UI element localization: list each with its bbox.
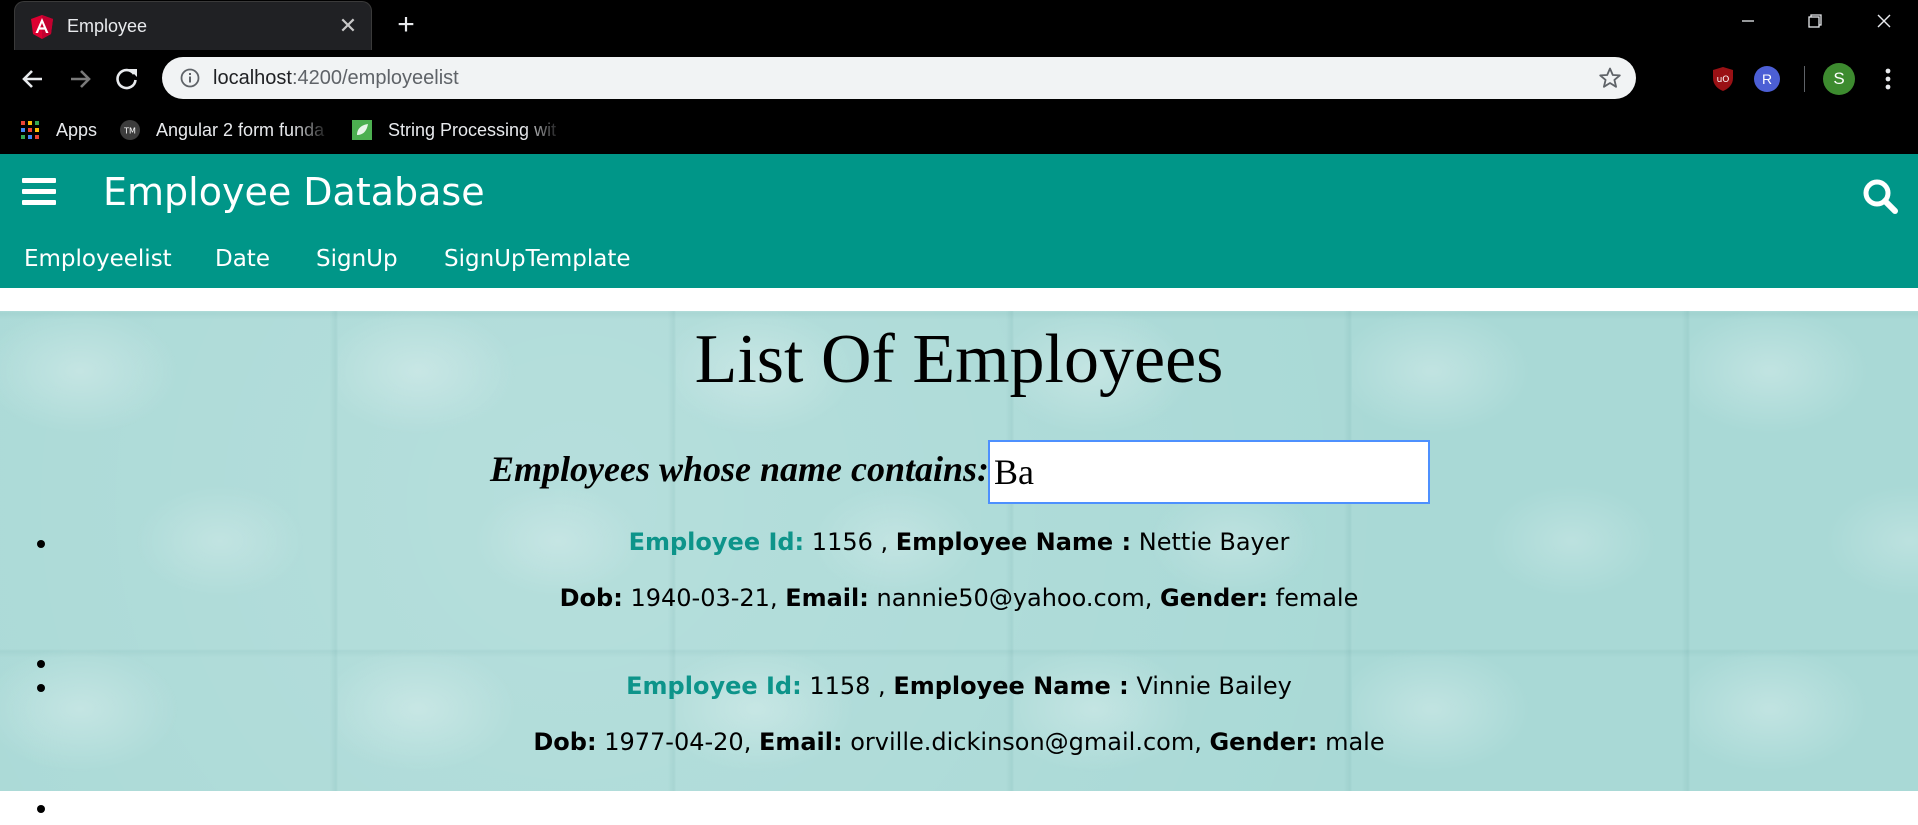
nav-signuptemplate[interactable]: SignUpTemplate <box>444 246 631 272</box>
dob-value: 1977-04-20 <box>604 728 744 756</box>
window-close-icon[interactable] <box>1864 6 1904 36</box>
dob-label: Dob: <box>533 728 597 756</box>
app-title: Employee Database <box>103 170 485 214</box>
bookmark-label: String Processing wit <box>388 120 557 140</box>
forward-arrow-icon[interactable] <box>63 62 97 96</box>
bookmark-label: Angular 2 form funda <box>156 120 325 140</box>
dob-label: Dob: <box>559 584 623 612</box>
list-bullet <box>37 660 45 668</box>
bookmark-angular-forms[interactable]: TM Angular 2 form funda <box>120 114 330 146</box>
search-icon[interactable] <box>1860 176 1900 216</box>
menu-kebab-icon[interactable] <box>1876 64 1900 94</box>
apps-grid-icon <box>21 121 39 139</box>
bookmark-label: Apps <box>56 120 98 140</box>
close-tab-icon[interactable]: ✕ <box>335 13 361 39</box>
email-label: Email: <box>785 584 869 612</box>
url-host: localhost <box>213 67 292 89</box>
browser-titlebar: Employee ✕ + <box>0 0 1918 50</box>
tm-icon: TM <box>120 120 140 140</box>
nav-date[interactable]: Date <box>215 246 270 272</box>
restore-icon[interactable] <box>1795 6 1835 36</box>
nav-employeelist[interactable]: Employeelist <box>24 246 172 272</box>
email-value: orville.dickinson@gmail.com <box>850 728 1195 756</box>
employee-details-line: Dob: 1940-03-21, Email: nannie50@yahoo.c… <box>559 584 1359 612</box>
employee-id-label: Employee Id: <box>628 528 805 556</box>
employee-name-value: Nettie Bayer <box>1138 528 1290 556</box>
employee-name-label: Employee Name : <box>895 528 1132 556</box>
back-arrow-icon[interactable] <box>16 62 50 96</box>
profile-avatar[interactable]: S <box>1823 63 1855 95</box>
angular-icon <box>31 15 53 39</box>
minimize-icon[interactable] <box>1728 6 1768 36</box>
address-bar[interactable]: localhost:4200/employeelist <box>162 57 1636 99</box>
filter-label: Employees whose name contains: <box>490 449 990 489</box>
name-filter-input[interactable] <box>988 440 1430 504</box>
leaf-icon <box>352 120 372 140</box>
browser-tab[interactable]: Employee ✕ <box>14 1 372 50</box>
gender-value: female <box>1275 584 1359 612</box>
bookmarks-bar: Apps TM Angular 2 form funda String Proc… <box>0 106 1918 154</box>
toolbar-separator <box>1804 66 1805 92</box>
tab-title: Employee <box>67 16 148 36</box>
email-value: nannie50@yahoo.com <box>876 584 1145 612</box>
extension-r-icon[interactable]: R <box>1754 66 1780 92</box>
svg-text:uO: uO <box>1717 75 1730 85</box>
bookmark-string-processing[interactable]: String Processing wit <box>352 114 562 146</box>
gender-value: male <box>1325 728 1385 756</box>
svg-text:TM: TM <box>123 127 136 136</box>
bookmark-star-icon[interactable] <box>1598 66 1622 90</box>
list-bullet <box>37 805 45 813</box>
url-text: localhost:4200/employeelist <box>213 67 459 90</box>
employee-name-value: Vinnie Bailey <box>1136 672 1292 700</box>
employee-id-line: Employee Id: 1158 , Employee Name : Vinn… <box>626 672 1292 700</box>
employee-id-label: Employee Id: <box>626 672 802 700</box>
ublock-icon[interactable]: uO <box>1708 64 1738 94</box>
page-title: List Of Employees <box>694 321 1224 398</box>
employee-details-line: Dob: 1977-04-20, Email: orville.dickinso… <box>533 728 1385 756</box>
reload-icon[interactable] <box>110 62 144 96</box>
nav-signup[interactable]: SignUp <box>316 246 398 272</box>
hamburger-menu-icon[interactable] <box>22 178 56 208</box>
app-header: Employee Database Employeelist Date Sign… <box>0 154 1918 288</box>
email-label: Email: <box>758 728 843 756</box>
employee-id-value: 1156 <box>811 528 873 556</box>
dob-value: 1940-03-21 <box>630 584 770 612</box>
bookmark-apps[interactable]: Apps <box>20 114 110 146</box>
employee-name-label: Employee Name : <box>893 672 1129 700</box>
gender-label: Gender: <box>1209 728 1318 756</box>
employee-id-value: 1158 <box>809 672 871 700</box>
url-path: :4200/employeelist <box>291 67 459 89</box>
new-tab-icon[interactable]: + <box>390 10 422 42</box>
gender-label: Gender: <box>1160 584 1268 612</box>
employee-id-line: Employee Id: 1156 , Employee Name : Nett… <box>628 528 1290 556</box>
info-icon[interactable] <box>180 68 200 88</box>
